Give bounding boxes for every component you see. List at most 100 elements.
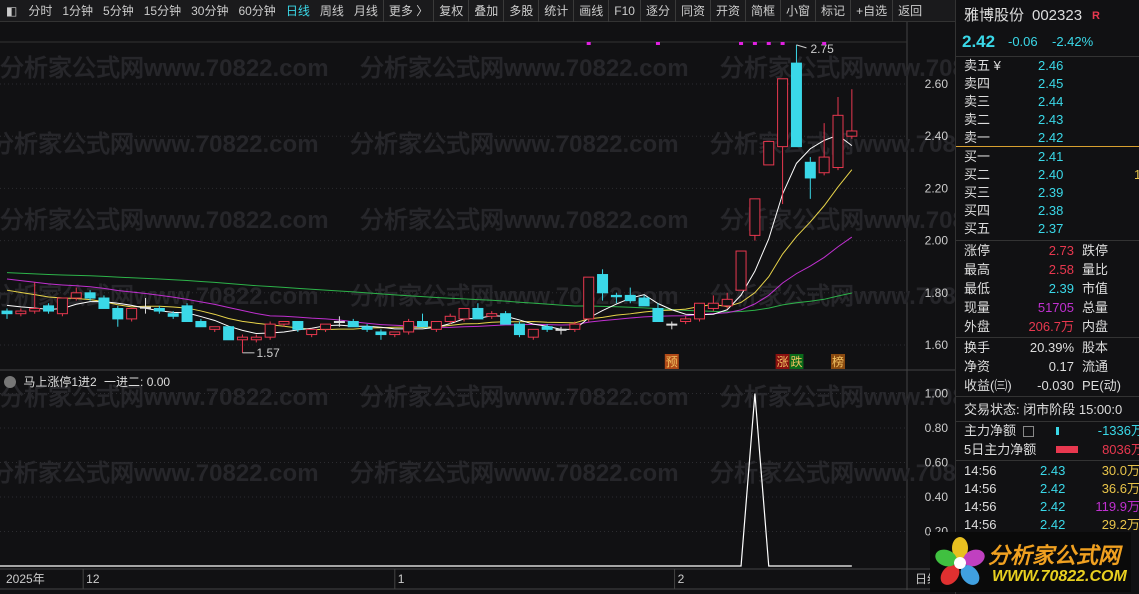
ask-price: 2.43 — [1038, 112, 1064, 127]
toolbar-item[interactable]: +自选 — [850, 0, 892, 22]
x-year-label: 2025年 — [6, 572, 45, 586]
candle — [181, 303, 193, 323]
candle-body — [597, 274, 609, 294]
bid-row: 买三 2.39 — [964, 184, 1139, 202]
kline-chart[interactable]: 分析家公式网www.70822.com 分析家公式网www.70822.com 分析… — [0, 0, 955, 594]
ma20-line — [6, 236, 853, 328]
candle — [749, 198, 761, 241]
toolbar-item[interactable]: 返回 — [892, 0, 927, 22]
flower-logo-icon — [935, 537, 985, 585]
logo-text: 分析家公式网 — [988, 543, 1121, 568]
toolbar-item[interactable]: 分时 — [23, 0, 57, 22]
candle-body — [195, 321, 207, 328]
event-marker — [775, 354, 790, 369]
price-change: -0.06 — [1008, 34, 1038, 49]
candle — [444, 313, 456, 325]
ask-row: 卖三 2.44 — [964, 93, 1139, 111]
ask-price: 2.45 — [1038, 76, 1064, 91]
divider — [956, 460, 1139, 461]
y-tick-label: 1.80 — [925, 286, 949, 300]
ask-label: 卖四 — [964, 76, 991, 91]
divider — [956, 396, 1139, 397]
y-tick-label: 2.20 — [925, 181, 949, 195]
toolbar-item[interactable]: 周线 — [315, 0, 349, 22]
list-icon[interactable] — [1023, 426, 1034, 437]
toolbar-item[interactable]: 30分钟 — [186, 0, 233, 22]
candle-body — [707, 302, 719, 309]
watermark: 分析家公式网www.70822.com — [350, 282, 679, 310]
collapse-icon[interactable] — [179, 26, 192, 38]
period-toolbar: ◧ 分时 1分钟 5分钟 15分钟 30分钟 60分钟 日线 周线 月线 更多 〉复权 叠加 多股 统计画… — [0, 0, 955, 22]
toolbar-item[interactable]: 叠加 — [468, 0, 503, 22]
toolbar-item[interactable]: 多股 — [503, 0, 538, 22]
sidebar-toggle-icon[interactable]: ◧ — [0, 0, 23, 22]
x-tick-label: 12 — [86, 572, 100, 586]
stat-label: 量比 — [1082, 262, 1109, 277]
toolbar-item[interactable]: 同资 — [674, 0, 710, 22]
toolbar-item[interactable]: 简框 — [745, 0, 780, 22]
toolbar-item[interactable]: 统计 — [538, 0, 573, 22]
candle-body — [569, 323, 581, 330]
watermark: 分析家公式网www.70822.com — [0, 130, 319, 158]
stat-label: 净资 — [964, 359, 991, 374]
watermark: 分析家公式网www.70822.com — [350, 459, 679, 487]
candle — [735, 250, 747, 291]
toolbar-item[interactable]: 15分钟 — [139, 0, 186, 22]
candle — [832, 97, 844, 171]
candle-body — [555, 328, 567, 331]
toolbar-item[interactable]: 复权 — [433, 0, 468, 22]
ask-label: 卖三 — [964, 94, 991, 109]
x-tick-label: 1 — [398, 572, 405, 586]
bid-row: 买五 2.37 — [964, 220, 1139, 238]
trade-time: 14:56 — [964, 463, 997, 478]
signal-dot — [766, 42, 771, 45]
candle-body — [43, 305, 55, 312]
stat-label: 总量 — [1082, 300, 1109, 315]
toolbar-item[interactable]: 1分钟 — [57, 0, 98, 22]
indicator-title: 马上涨停1进2 一进二: 0.00 — [4, 373, 170, 390]
trade-time: 14:56 — [964, 499, 997, 514]
flow-label: 主力净额 — [964, 423, 1017, 438]
stat-value: 2.58 — [1048, 262, 1074, 277]
toolbar-item[interactable]: 5分钟 — [98, 0, 139, 22]
toolbar-item[interactable]: 标记 — [815, 0, 850, 22]
bid-price: 2.38 — [1038, 203, 1064, 218]
toolbar-item[interactable]: 更多 〉 — [382, 0, 433, 22]
collapse-icon[interactable] — [4, 376, 16, 388]
trade-row: 14:56 2.43 30.0万 — [964, 462, 1139, 480]
panel-toggle-icon[interactable] — [886, 27, 898, 38]
candle-body — [250, 336, 262, 341]
candle-body — [417, 321, 428, 328]
candle — [652, 303, 664, 323]
ma10-value: MA10: 2.27 — [268, 25, 331, 39]
candle-body — [624, 294, 636, 302]
stat-label: PE(动) — [1082, 378, 1122, 393]
toolbar-item[interactable]: 小窗 — [780, 0, 815, 22]
toolbar-item[interactable]: 开资 — [710, 0, 745, 22]
y-tick-label: 0.40 — [925, 490, 949, 504]
candle-body — [610, 294, 622, 298]
toolbar-item[interactable]: F10 — [608, 0, 640, 22]
stat-value: 0.17 — [1048, 359, 1074, 374]
candle — [527, 328, 539, 340]
candle-body — [361, 326, 373, 330]
trade-status-text: 交易状态: 闭市阶段 15:00:0 — [964, 402, 1123, 417]
toolbar-item[interactable]: 60分钟 — [233, 0, 280, 22]
trade-time: 14:56 — [964, 481, 997, 496]
diamond-icon[interactable]: ◇ — [868, 24, 877, 38]
quote-panel: 雅博股份 002323 R 2.42 -0.06 -2.42% 卖五 ¥ 2.46… — [955, 0, 1139, 594]
toolbar-item[interactable]: 逐分 — [639, 0, 675, 22]
toolbar-item[interactable]: 画线 — [573, 0, 608, 22]
flow-value: 8036万 — [1102, 442, 1139, 457]
candle — [721, 292, 733, 309]
ask-row: 卖四 2.45 — [964, 75, 1139, 93]
toolbar-item[interactable]: 月线 — [349, 0, 383, 22]
candle-body — [236, 336, 248, 341]
candle-body — [472, 307, 484, 320]
flow-row: 5日主力净额 8036万 — [964, 441, 1139, 459]
toolbar-item[interactable]: 日线 — [281, 0, 315, 22]
bid-price: 2.40 — [1038, 167, 1064, 182]
candle-body — [223, 326, 235, 341]
stat-value: 20.39% — [1029, 340, 1074, 355]
stat-label: 涨停 — [964, 243, 991, 258]
